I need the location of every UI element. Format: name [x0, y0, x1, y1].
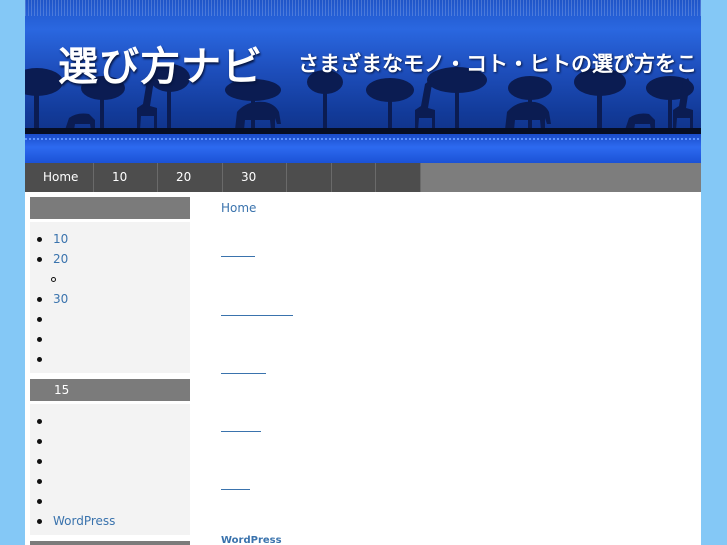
site-title[interactable]: 選び方ナビ: [58, 34, 263, 92]
post-title-link[interactable]: [221, 431, 261, 432]
nav-item-10[interactable]: 10: [94, 163, 158, 192]
recent-item[interactable]: [30, 491, 190, 511]
category-item[interactable]: [30, 329, 190, 349]
recent-item[interactable]: WordPress: [30, 511, 190, 531]
category-item[interactable]: [30, 349, 190, 369]
post-title-link[interactable]: [221, 256, 255, 257]
category-link[interactable]: 30: [53, 292, 68, 306]
page-wrapper: 選び方ナビ さまざまなモノ・コト・ヒトの選び方をこ Home 10 20 30 …: [25, 0, 701, 545]
category-item[interactable]: 20: [30, 249, 190, 269]
recent-item[interactable]: [30, 451, 190, 471]
nav-item-20[interactable]: 20: [158, 163, 223, 192]
sidebar: 10 20 30 15 WordPress: [30, 197, 190, 545]
main-navigation: Home 10 20 30: [25, 163, 701, 192]
recent-item[interactable]: [30, 431, 190, 451]
post-title-link[interactable]: [221, 373, 266, 374]
post-title-link[interactable]: [221, 315, 293, 316]
widget-title-categories: [30, 197, 190, 219]
nav-item-home[interactable]: Home: [25, 163, 94, 192]
widget-title-third: [30, 541, 190, 545]
post-title-link[interactable]: [221, 489, 250, 490]
header-bottom-stripe: [25, 134, 701, 163]
recent-item[interactable]: [30, 411, 190, 431]
header-texture: [25, 0, 701, 16]
category-item[interactable]: 10: [30, 229, 190, 249]
site-description: さまざまなモノ・コト・ヒトの選び方をこ: [298, 52, 697, 76]
category-item[interactable]: 30: [30, 289, 190, 309]
main-content: Home WordPress: [221, 197, 691, 545]
widget-categories: 10 20 30: [30, 222, 190, 373]
category-link[interactable]: 10: [53, 232, 68, 246]
nav-item-6[interactable]: [332, 163, 376, 192]
nav-item-7[interactable]: [376, 163, 421, 192]
site-header: 選び方ナビ さまざまなモノ・コト・ヒトの選び方をこ: [25, 0, 701, 163]
widget-recent: WordPress: [30, 404, 190, 535]
wordpress-link[interactable]: WordPress: [53, 514, 115, 528]
nav-item-30[interactable]: 30: [223, 163, 287, 192]
recent-item[interactable]: [30, 471, 190, 491]
breadcrumb-home[interactable]: Home: [221, 197, 691, 219]
category-link[interactable]: 20: [53, 252, 68, 266]
subcategory-item[interactable]: [30, 269, 190, 289]
nav-item-5[interactable]: [287, 163, 332, 192]
category-item[interactable]: [30, 309, 190, 329]
wordpress-label[interactable]: WordPress: [221, 535, 282, 545]
widget-title-recent: 15: [30, 379, 190, 401]
